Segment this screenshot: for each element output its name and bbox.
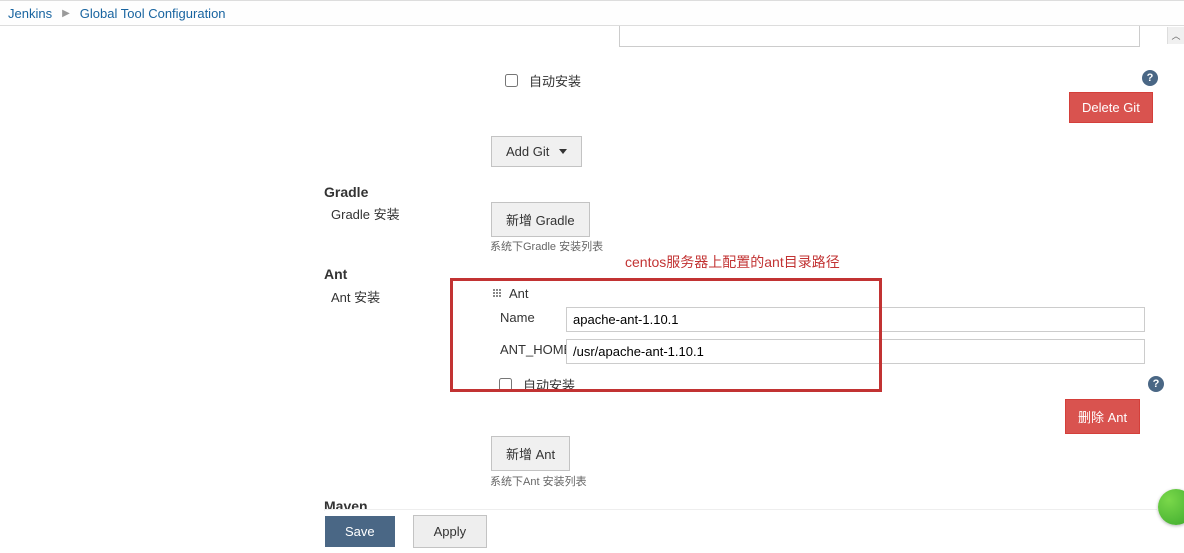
ant-home-input[interactable] bbox=[566, 339, 1145, 364]
gradle-hint: 系统下Gradle 安装列表 bbox=[490, 238, 603, 254]
chevron-right-icon: ▶ bbox=[62, 8, 70, 19]
ant-heading: Ant bbox=[324, 260, 347, 288]
bottom-bar: Save Apply bbox=[325, 509, 1157, 553]
git-input-tail bbox=[619, 26, 1140, 47]
git-auto-install-row: 自动安装 bbox=[501, 71, 581, 90]
delete-git-button[interactable]: Delete Git bbox=[1069, 92, 1153, 123]
delete-ant-button[interactable]: 删除 Ant bbox=[1065, 399, 1140, 434]
gradle-heading: Gradle bbox=[324, 178, 368, 206]
content-scroll-area: 自动安装 ? Delete Git Add Git Gradle Gradle … bbox=[0, 26, 1184, 536]
help-icon[interactable]: ? bbox=[1142, 70, 1158, 86]
ant-home-label: ANT_HOME bbox=[500, 342, 572, 357]
caret-down-icon bbox=[559, 149, 567, 154]
add-git-label: Add Git bbox=[506, 144, 549, 159]
git-auto-install-checkbox[interactable] bbox=[505, 74, 518, 87]
apply-button[interactable]: Apply bbox=[413, 515, 488, 548]
ant-auto-install-checkbox[interactable] bbox=[499, 378, 512, 391]
add-git-button[interactable]: Add Git bbox=[491, 136, 582, 167]
ant-name-label: Name bbox=[500, 310, 535, 325]
ant-hint: 系统下Ant 安装列表 bbox=[490, 473, 587, 489]
help-icon[interactable]: ? bbox=[1148, 376, 1164, 392]
ant-auto-install-label: 自动安装 bbox=[523, 375, 575, 394]
save-button[interactable]: Save bbox=[325, 516, 395, 547]
drag-handle-icon[interactable] bbox=[493, 289, 503, 299]
annotation-text: centos服务器上配置的ant目录路径 bbox=[625, 252, 840, 272]
breadcrumb: Jenkins ▶ Global Tool Configuration bbox=[0, 0, 1184, 26]
gradle-install-label: Gradle 安装 bbox=[331, 204, 400, 223]
git-auto-install-label: 自动安装 bbox=[529, 71, 581, 90]
add-gradle-button[interactable]: 新增 Gradle bbox=[491, 202, 590, 237]
breadcrumb-current[interactable]: Global Tool Configuration bbox=[80, 6, 226, 21]
breadcrumb-root[interactable]: Jenkins bbox=[8, 6, 52, 21]
add-ant-button[interactable]: 新增 Ant bbox=[491, 436, 570, 471]
ant-item-title: Ant bbox=[509, 286, 529, 301]
ant-auto-install-row: 自动安装 bbox=[495, 375, 575, 394]
ant-install-label: Ant 安装 bbox=[331, 287, 380, 306]
ant-name-input[interactable] bbox=[566, 307, 1145, 332]
